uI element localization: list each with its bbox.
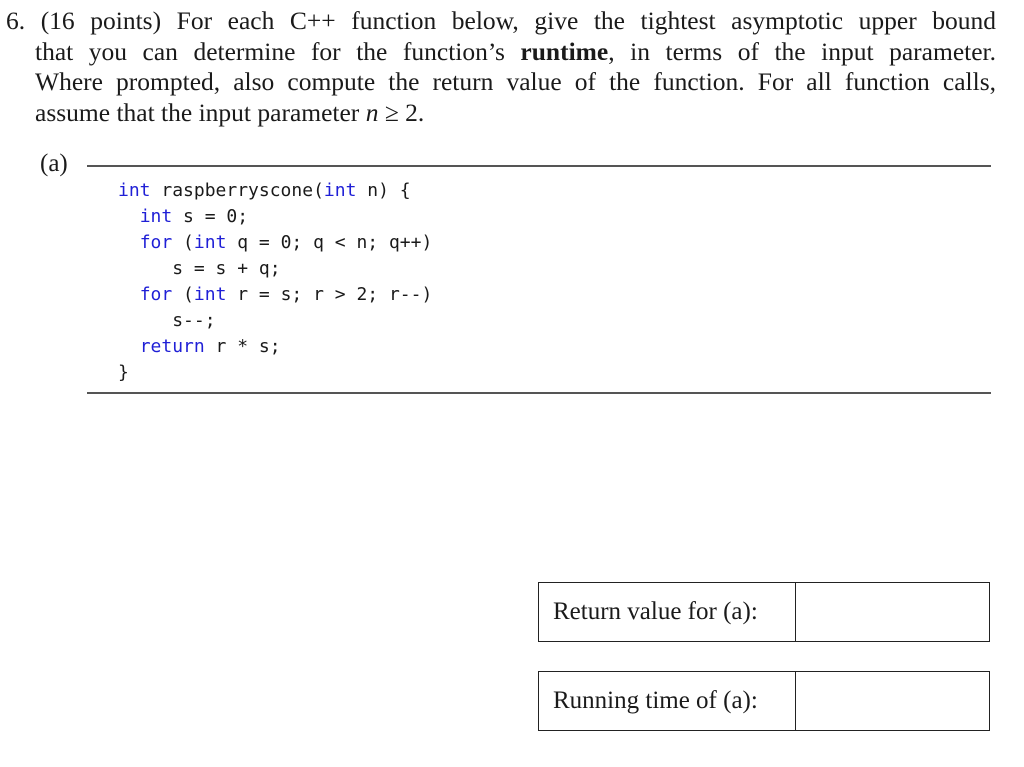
code-text: ( (172, 284, 194, 305)
emphasis-runtime: runtime (520, 36, 609, 66)
running-time-label: Running time of (a): (539, 672, 796, 730)
code-text: raspberryscone( (150, 180, 324, 201)
code-line: s--; (118, 308, 432, 334)
problem-line-1: 6. (16 points) For each C++ function bel… (6, 6, 997, 35)
problem-line-2: that you can determine for the function’… (35, 36, 997, 66)
part-label: (a) (40, 150, 68, 177)
code-text: q = 0; q < n; q++) (226, 232, 433, 253)
code-keyword: int (118, 180, 151, 201)
code-line: } (118, 360, 432, 386)
code-line: int raspberryscone(int n) { (118, 178, 432, 204)
return-value-answer-box: Return value for (a): (538, 582, 990, 642)
return-value-field[interactable] (796, 583, 989, 641)
code-text: r = s; r > 2; r--) (226, 284, 433, 305)
return-value-label: Return value for (a): (539, 583, 796, 641)
code-line: s = s + q; (118, 256, 432, 282)
code-text: s--; (172, 310, 216, 331)
code-block: int raspberryscone(int n) { int s = 0; f… (118, 178, 432, 386)
problem-statement: 6. (16 points) For each C++ function bel… (6, 6, 996, 128)
code-keyword: return (139, 336, 205, 357)
math-variable-n: n (365, 97, 379, 127)
code-text: ( (172, 232, 194, 253)
code-line: int s = 0; (118, 204, 432, 230)
code-text: s = s + q; (172, 258, 281, 279)
code-keyword: int (139, 206, 173, 227)
running-time-answer-box: Running time of (a): (538, 671, 990, 731)
running-time-field[interactable] (796, 672, 989, 730)
code-line: return r * s; (118, 334, 432, 360)
problem-line-3: Where prompted, also compute the return … (35, 67, 996, 96)
code-keyword: int (193, 284, 227, 305)
code-keyword: int (193, 232, 227, 253)
code-line: for (int r = s; r > 2; r--) (118, 282, 433, 308)
code-line: for (int q = 0; q < n; q++) (118, 230, 433, 256)
code-text: } (118, 362, 129, 383)
problem-points: (16 points) (40, 6, 162, 35)
problem-line-4: assume that the input parameter n ≥ 2. (35, 97, 425, 127)
code-bottom-rule (87, 392, 991, 394)
code-text: n) { (356, 180, 411, 201)
code-text: r * s; (204, 336, 281, 357)
problem-number: 6. (6, 6, 26, 35)
code-top-rule (87, 165, 991, 167)
code-keyword: int (323, 180, 357, 201)
code-keyword: for (139, 284, 173, 305)
code-text: s = 0; (172, 206, 249, 227)
code-keyword: for (139, 232, 173, 253)
